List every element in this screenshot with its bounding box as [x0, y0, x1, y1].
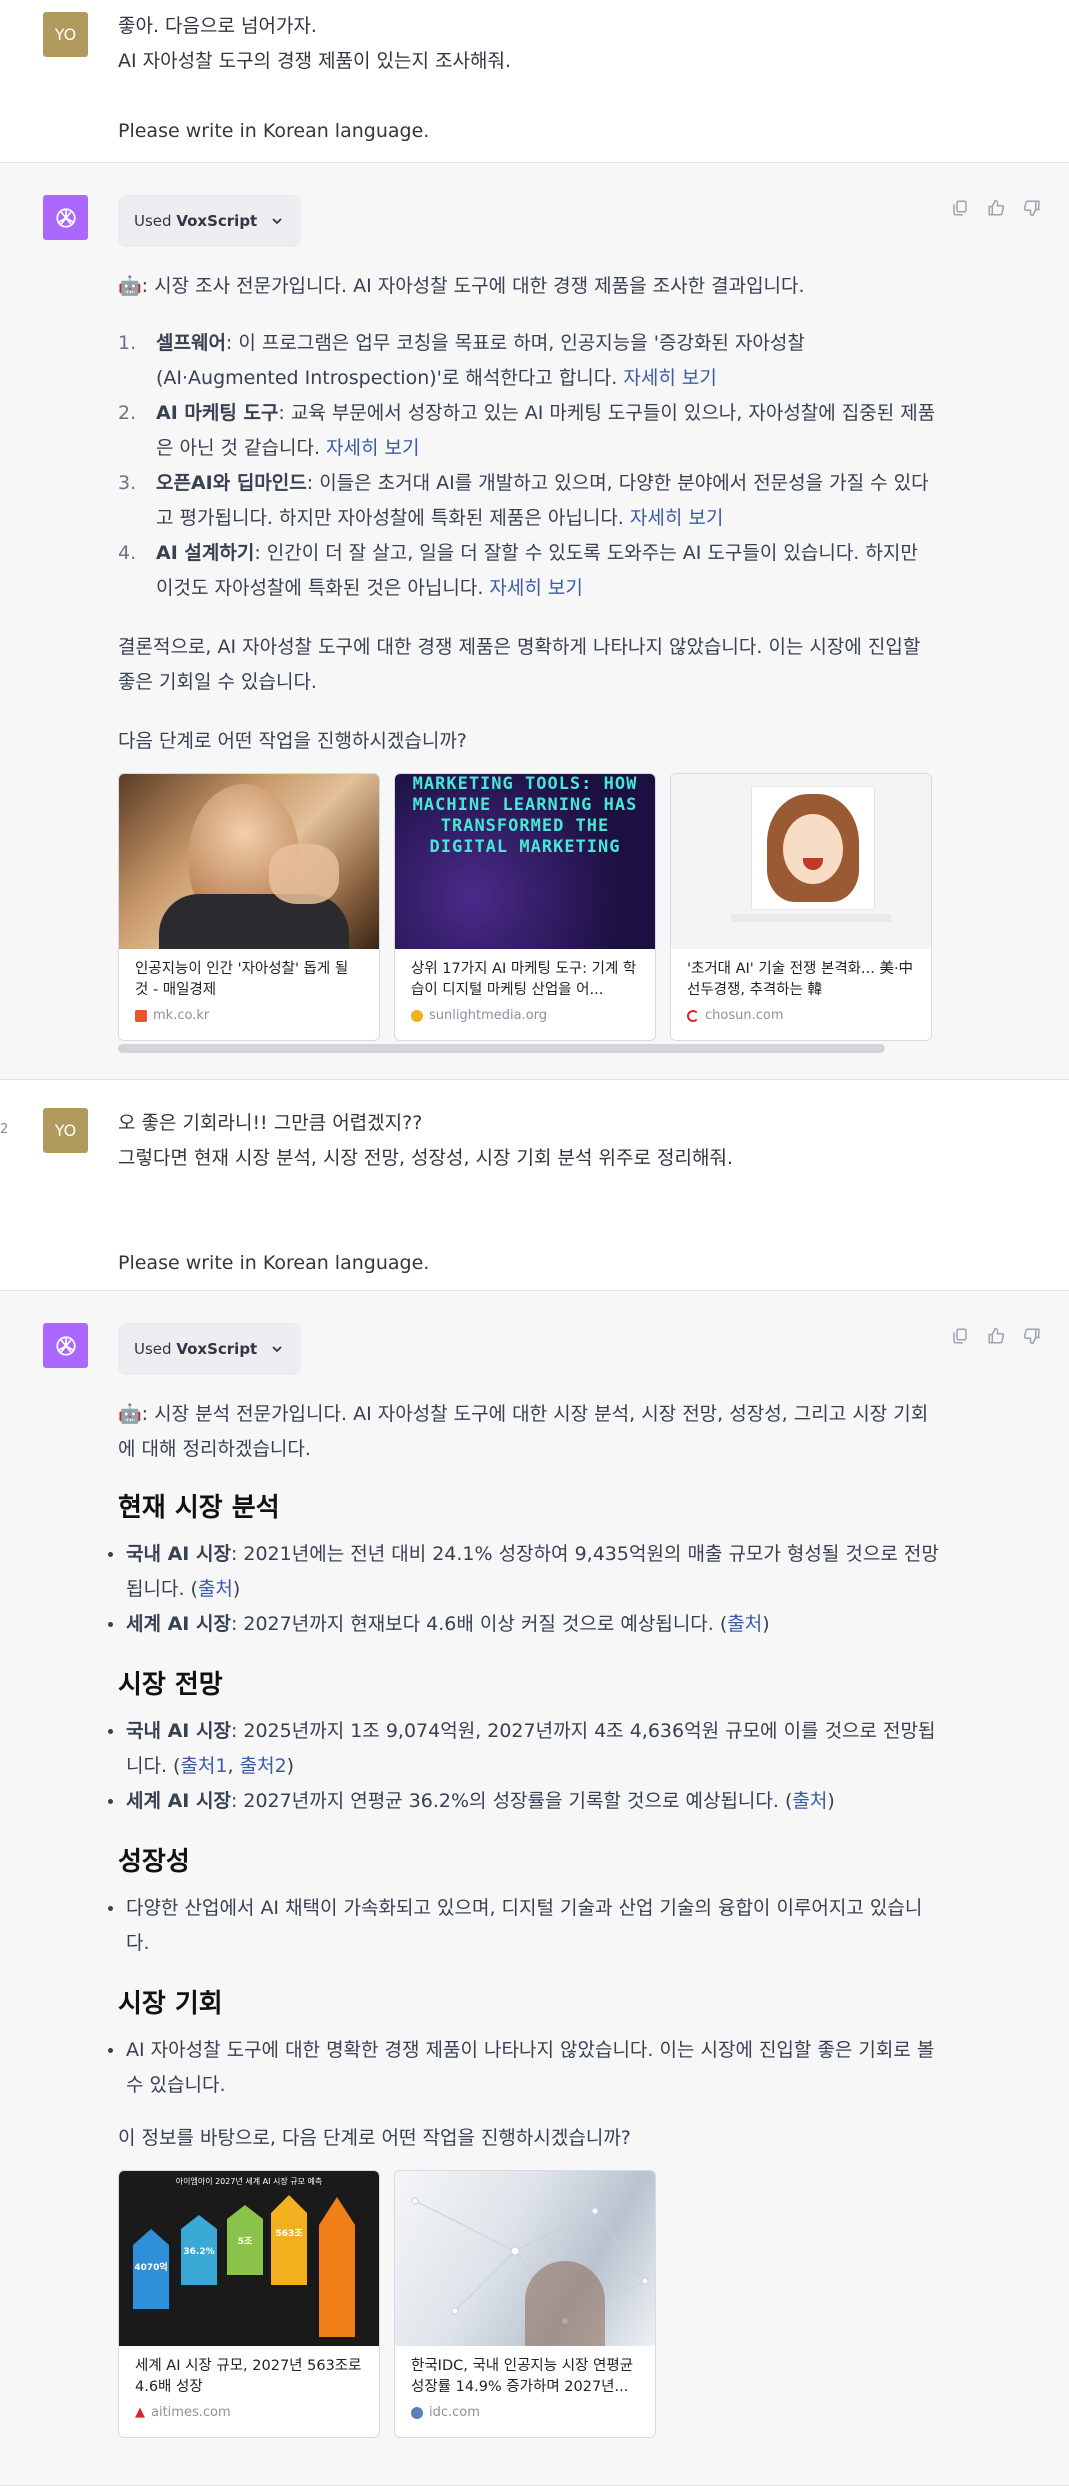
- competitor-list: 1. 셀프웨어: 이 프로그램은 업무 코칭을 목표로 하며, 인공지능을 '증강…: [118, 326, 940, 606]
- next-step-question: 이 정보를 바탕으로, 다음 단계로 어떤 작업을 진행하시겠습니까?: [118, 2127, 631, 2149]
- user-message: 2 YO 오 좋은 기회라니!! 그만큼 어렵겠지?? 그렇다면 현재 시장 분…: [0, 1080, 1069, 1290]
- card-image-text: MARKETING TOOLS: HOW MACHINE LEARNING HA…: [412, 774, 638, 857]
- next-step-question: 다음 단계로 어떤 작업을 진행하시겠습니까?: [118, 730, 467, 752]
- list-item: 세계 AI 시장: 2027년까지 현재보다 4.6배 이상 커질 것으로 예상…: [108, 1607, 940, 1642]
- card-title: 상위 17가지 AI 마케팅 도구: 기계 학습이 디지털 마케팅 산업을 어.…: [411, 961, 637, 998]
- section-heading: 성장성: [118, 1847, 190, 1877]
- copy-icon[interactable]: [951, 1327, 969, 1345]
- assistant-message: Used VoxScript 🤖: 시장 분석 전문가입니다. AI 자아성찰 …: [0, 1290, 1069, 2486]
- thumbs-up-icon[interactable]: [987, 199, 1005, 217]
- plugin-name: VoxScript: [176, 211, 258, 230]
- plugin-used-prefix: Used: [134, 1339, 177, 1358]
- card-source: idc.com: [429, 2405, 480, 2420]
- link-card[interactable]: '초거대 AI' 기술 전쟁 본격화... 美·中 선두경쟁, 추격하는 韓 c…: [670, 773, 932, 1041]
- openai-logo-icon: [55, 1335, 76, 1356]
- link-card[interactable]: 아이엠아이 2027년 세계 AI 시장 규모 예측 4070억 36.2% 5…: [118, 2170, 380, 2438]
- infographic-heading: 아이엠아이 2027년 세계 AI 시장 규모 예측: [175, 2177, 323, 2186]
- bullet-list: 다양한 산업에서 AI 채택이 가속화되고 있으며, 디지털 기술과 산업 기술…: [108, 1891, 940, 1961]
- source-link[interactable]: 출처: [792, 1790, 827, 1812]
- list-item: 4. AI 설계하기: 인간이 더 잘 살고, 일을 더 잘할 수 있도록 도와주…: [118, 542, 918, 599]
- openai-logo-icon: [55, 207, 76, 228]
- section-heading: 시장 전망: [118, 1670, 223, 1700]
- link-card[interactable]: MARKETING TOOLS: HOW MACHINE LEARNING HA…: [394, 773, 656, 1041]
- chatgpt-avatar: [43, 1323, 88, 1368]
- assistant-intro: 🤖: 시장 분석 전문가입니다. AI 자아성찰 도구에 대한 시장 분석, 시…: [118, 1403, 929, 1460]
- message-index: 2: [0, 1122, 9, 1137]
- card-image: 아이엠아이 2027년 세계 AI 시장 규모 예측 4070억 36.2% 5…: [119, 2171, 379, 2346]
- user-message-text: 좋아. 다음으로 넘어가자. AI 자아성찰 도구의 경쟁 제품이 있는지 조사…: [118, 15, 511, 142]
- list-item: 국내 AI 시장: 2021년에는 전년 대비 24.1% 성장하여 9,435…: [108, 1537, 940, 1607]
- card-title: 한국IDC, 국내 인공지능 시장 연평균 성장률 14.9% 증가하며 202…: [411, 2358, 634, 2395]
- card-image: [119, 774, 379, 949]
- copy-icon[interactable]: [951, 199, 969, 217]
- chevron-down-icon: [272, 1346, 282, 1353]
- section-heading: 시장 기회: [118, 1989, 223, 2019]
- thumbs-down-icon[interactable]: [1023, 1327, 1041, 1345]
- robot-emoji-icon: 🤖: [118, 1403, 142, 1425]
- more-link[interactable]: 자세히 보기: [326, 437, 419, 459]
- more-link[interactable]: 자세히 보기: [630, 507, 723, 529]
- user-message: YO 좋아. 다음으로 넘어가자. AI 자아성찰 도구의 경쟁 제품이 있는지…: [0, 0, 1069, 162]
- mk-favicon-icon: [135, 1010, 147, 1022]
- section-heading: 현재 시장 분석: [118, 1493, 280, 1523]
- source-link[interactable]: 출처: [727, 1613, 762, 1635]
- thumbs-down-icon[interactable]: [1023, 199, 1041, 217]
- plugin-used-prefix: Used: [134, 211, 177, 230]
- chevron-down-icon: [272, 218, 282, 225]
- card-source: aitimes.com: [151, 2405, 231, 2420]
- bullet-list: AI 자아성찰 도구에 대한 명확한 경쟁 제품이 나타나지 않았습니다. 이는…: [108, 2033, 940, 2103]
- card-source: chosun.com: [705, 1008, 784, 1023]
- card-title: '초거대 AI' 기술 전쟁 본격화... 美·中 선두경쟁, 추격하는 韓: [687, 961, 914, 998]
- source-link[interactable]: 출처: [198, 1578, 233, 1600]
- card-title: 세계 AI 시장 규모, 2027년 563조로 4.6배 성장: [135, 2358, 362, 2395]
- user-avatar: YO: [43, 12, 88, 57]
- aitimes-favicon-icon: ▲: [135, 2405, 145, 2420]
- plugin-used-toggle[interactable]: Used VoxScript: [118, 195, 302, 247]
- card-image: [671, 774, 931, 949]
- list-item: 국내 AI 시장: 2025년까지 1조 9,074억원, 2027년까지 4조…: [108, 1714, 940, 1784]
- assistant-intro: 🤖: 시장 조사 전문가입니다. AI 자아성찰 도구에 대한 경쟁 제품을 조…: [118, 275, 805, 297]
- more-link[interactable]: 자세히 보기: [489, 577, 582, 599]
- card-source: mk.co.kr: [153, 1008, 210, 1023]
- infographic-value: 5조: [237, 2237, 253, 2247]
- sun-favicon-icon: [411, 1010, 423, 1022]
- list-item: 1. 셀프웨어: 이 프로그램은 업무 코칭을 목표로 하며, 인공지능을 '증강…: [118, 332, 805, 389]
- message-actions: [951, 1327, 1041, 1345]
- conclusion-text: 결론적으로, AI 자아성찰 도구에 대한 경쟁 제품은 명확하게 나타나지 않…: [118, 636, 921, 693]
- list-item: 세계 AI 시장: 2027년까지 연평균 36.2%의 성장률을 기록할 것으…: [108, 1784, 940, 1819]
- robot-emoji-icon: 🤖: [118, 275, 142, 297]
- list-item: 다양한 산업에서 AI 채택이 가속화되고 있으며, 디지털 기술과 산업 기술…: [108, 1891, 940, 1961]
- link-cards: 아이엠아이 2027년 세계 AI 시장 규모 예측 4070억 36.2% 5…: [118, 2170, 940, 2438]
- more-link[interactable]: 자세히 보기: [623, 367, 716, 389]
- link-cards: 인공지능이 인간 '자아성찰' 돕게 될 것 - 매일경제 mk.co.kr M…: [118, 773, 940, 1041]
- thumbs-up-icon[interactable]: [987, 1327, 1005, 1345]
- infographic-value: 36.2%: [183, 2247, 215, 2257]
- card-image: [395, 2171, 655, 2346]
- link-card[interactable]: 인공지능이 인간 '자아성찰' 돕게 될 것 - 매일경제 mk.co.kr: [118, 773, 380, 1041]
- message-actions: [951, 199, 1041, 217]
- chosun-favicon-icon: [687, 1010, 699, 1022]
- bullet-list: 국내 AI 시장: 2021년에는 전년 대비 24.1% 성장하여 9,435…: [108, 1537, 940, 1642]
- infographic-value: 4070억: [134, 2263, 168, 2273]
- card-title: 인공지능이 인간 '자아성찰' 돕게 될 것 - 매일경제: [135, 961, 349, 998]
- source-link[interactable]: 출처2: [240, 1755, 287, 1777]
- list-item: 2. AI 마케팅 도구: 교육 부문에서 성장하고 있는 AI 마케팅 도구들이…: [118, 402, 936, 459]
- user-avatar: YO: [43, 1108, 88, 1153]
- plugin-used-toggle[interactable]: Used VoxScript: [118, 1323, 302, 1375]
- link-card[interactable]: 한국IDC, 국내 인공지능 시장 연평균 성장률 14.9% 증가하며 202…: [394, 2170, 656, 2438]
- user-message-text: 오 좋은 기회라니!! 그만큼 어렵겠지?? 그렇다면 현재 시장 분석, 시장…: [118, 1112, 733, 1274]
- card-source: sunlightmedia.org: [429, 1008, 548, 1023]
- idc-favicon-icon: [411, 2407, 423, 2419]
- infographic-value: 563조: [275, 2229, 303, 2239]
- cards-scrollbar[interactable]: [118, 1044, 885, 1053]
- list-item: 3. 오픈AI와 딥마인드: 이들은 초거대 AI를 개발하고 있으며, 다양한 …: [118, 472, 929, 529]
- bullet-list: 국내 AI 시장: 2025년까지 1조 9,074억원, 2027년까지 4조…: [108, 1714, 940, 1819]
- list-item: AI 자아성찰 도구에 대한 명확한 경쟁 제품이 나타나지 않았습니다. 이는…: [108, 2033, 940, 2103]
- source-link[interactable]: 출처1: [180, 1755, 227, 1777]
- card-image: MARKETING TOOLS: HOW MACHINE LEARNING HA…: [395, 774, 655, 949]
- assistant-message: Used VoxScript 🤖: 시장 조사 전문가입니다. AI 자아성찰 …: [0, 162, 1069, 1080]
- chatgpt-avatar: [43, 195, 88, 240]
- plugin-name: VoxScript: [176, 1339, 258, 1358]
